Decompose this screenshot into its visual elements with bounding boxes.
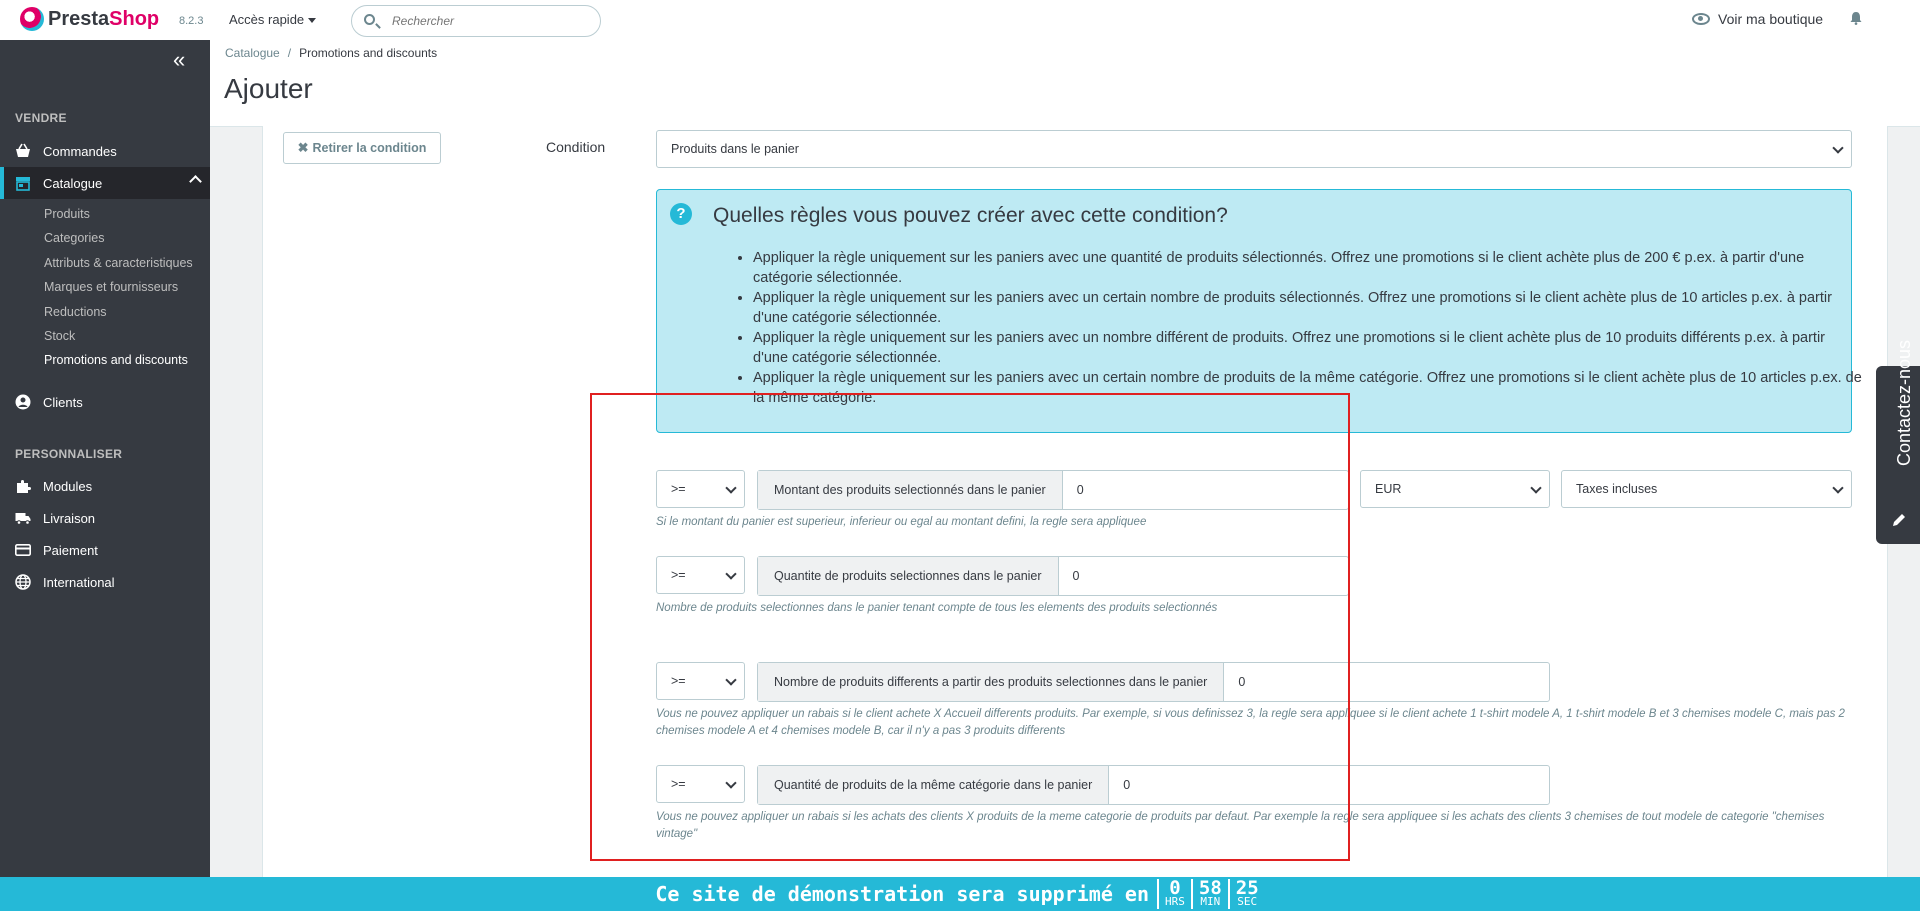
view-shop-label: Voir ma boutique [1718,11,1824,27]
timer-minutes-unit: MIN [1200,895,1221,908]
brand-part-2: Shop [109,7,160,30]
collapse-sidebar-icon[interactable]: « [173,49,185,71]
question-icon: ? [670,203,692,225]
truck-icon [15,513,31,525]
top-bar: PrestaShop 8.2.3 Accès rapide Voir ma bo… [0,0,1920,41]
globe-icon [15,574,31,590]
sidebar-sub-categories[interactable]: Categories [44,231,104,245]
page-title: Ajouter [224,73,313,104]
prestashop-logo[interactable]: PrestaShop [20,7,159,31]
sidebar-item-paiement[interactable]: Paiement [0,534,210,566]
timer-seconds: 25 SEC [1227,877,1265,909]
demo-banner: Ce site de démonstration sera supprimé e… [0,877,1920,911]
help-item: Appliquer la règle uniquement sur les pa… [753,328,1863,368]
remove-condition-label: Retirer la condition [312,141,427,155]
sidebar-label-clients: Clients [43,394,83,410]
page-header: Catalogue / Promotions and discounts Ajout… [210,40,1920,127]
timer-hours: 0 HRS [1157,879,1191,909]
sidebar-item-livraison[interactable]: Livraison [0,502,210,534]
sidebar-item-international[interactable]: International [0,566,210,598]
sidebar-label-livraison: Livraison [43,510,96,526]
timer-seconds-unit: SEC [1237,895,1258,908]
sidebar-item-catalogue[interactable]: Catalogue [0,167,210,199]
currency-select[interactable]: EUR [1360,470,1550,508]
sidebar-sub-attributs[interactable]: Attributs & caracteristiques [44,256,193,270]
sidebar-sub-promotions[interactable]: Promotions and discounts [44,353,188,367]
sidebar-label-commandes: Commandes [43,143,117,159]
eye-icon [1692,13,1710,25]
sidebar-label-modules: Modules [43,478,93,494]
brand-part-1: Presta [48,7,110,30]
timer-minutes: 58 MIN [1190,877,1228,909]
section-title-customize: PERSONNALISER [15,447,123,461]
bell-icon[interactable] [1849,11,1863,25]
timer-hours-value: 0 [1169,877,1181,899]
demo-banner-text: Ce site de démonstration sera supprimé e… [655,882,1150,906]
search-box[interactable] [351,5,601,37]
search-icon [364,14,375,25]
timer-seconds-value: 25 [1235,877,1259,899]
highlight-box [590,393,1350,861]
sidebar-sub-stock[interactable]: Stock [44,329,75,343]
quick-access-dropdown[interactable]: Accès rapide [229,12,316,27]
user-circle-icon [15,394,31,410]
close-icon: ✖ [297,140,309,155]
sidebar-sub-marques[interactable]: Marques et fournisseurs [44,280,178,294]
pencil-icon [1893,514,1905,526]
sidebar-sub-produits[interactable]: Produits [44,207,90,221]
remove-condition-button[interactable]: ✖ Retirer la condition [283,132,441,164]
help-item: Appliquer la règle uniquement sur les pa… [753,288,1863,328]
breadcrumb-separator: / [287,46,292,60]
sidebar-label-international: International [43,574,115,590]
help-list: Appliquer la règle uniquement sur les pa… [713,248,1863,408]
contact-us-tab[interactable]: Contactez-nous [1876,340,1920,544]
breadcrumb: Catalogue / Promotions and discounts [225,46,437,60]
prestashop-logo-icon [20,7,44,31]
timer-minutes-value: 58 [1198,877,1222,899]
tax-select[interactable]: Taxes incluses [1561,470,1852,508]
view-shop-link[interactable]: Voir ma boutique [1692,11,1823,27]
sidebar-item-commandes[interactable]: Commandes [0,135,210,167]
puzzle-icon [17,480,31,493]
sidebar-label-catalogue: Catalogue [43,175,103,191]
contact-us-label: Contactez-nous [1893,339,1914,467]
sidebar-item-clients[interactable]: Clients [0,386,210,418]
version-label: 8.2.3 [179,15,204,27]
breadcrumb-promotions: Promotions and discounts [299,46,438,60]
condition-label: Condition [546,139,606,155]
sidebar-label-paiement: Paiement [43,542,98,558]
chevron-up-icon [189,175,202,188]
brand-name: PrestaShop [48,8,159,31]
credit-card-icon [15,543,31,556]
timer-hours-unit: HRS [1165,895,1185,908]
help-title: Quelles règles vous pouvez créer avec ce… [713,204,1228,227]
condition-select[interactable]: Produits dans le panier [656,130,1852,168]
sidebar-item-modules[interactable]: Modules [0,470,210,502]
basket-icon [16,143,30,157]
sidebar: « VENDRE Commandes Catalogue Produits Ca… [0,40,210,911]
store-icon [16,177,30,191]
sidebar-sub-reductions[interactable]: Reductions [44,305,107,319]
breadcrumb-catalogue[interactable]: Catalogue [225,46,280,60]
section-title-sell: VENDRE [15,111,67,125]
search-input[interactable] [390,13,594,29]
help-item: Appliquer la règle uniquement sur les pa… [753,248,1863,288]
